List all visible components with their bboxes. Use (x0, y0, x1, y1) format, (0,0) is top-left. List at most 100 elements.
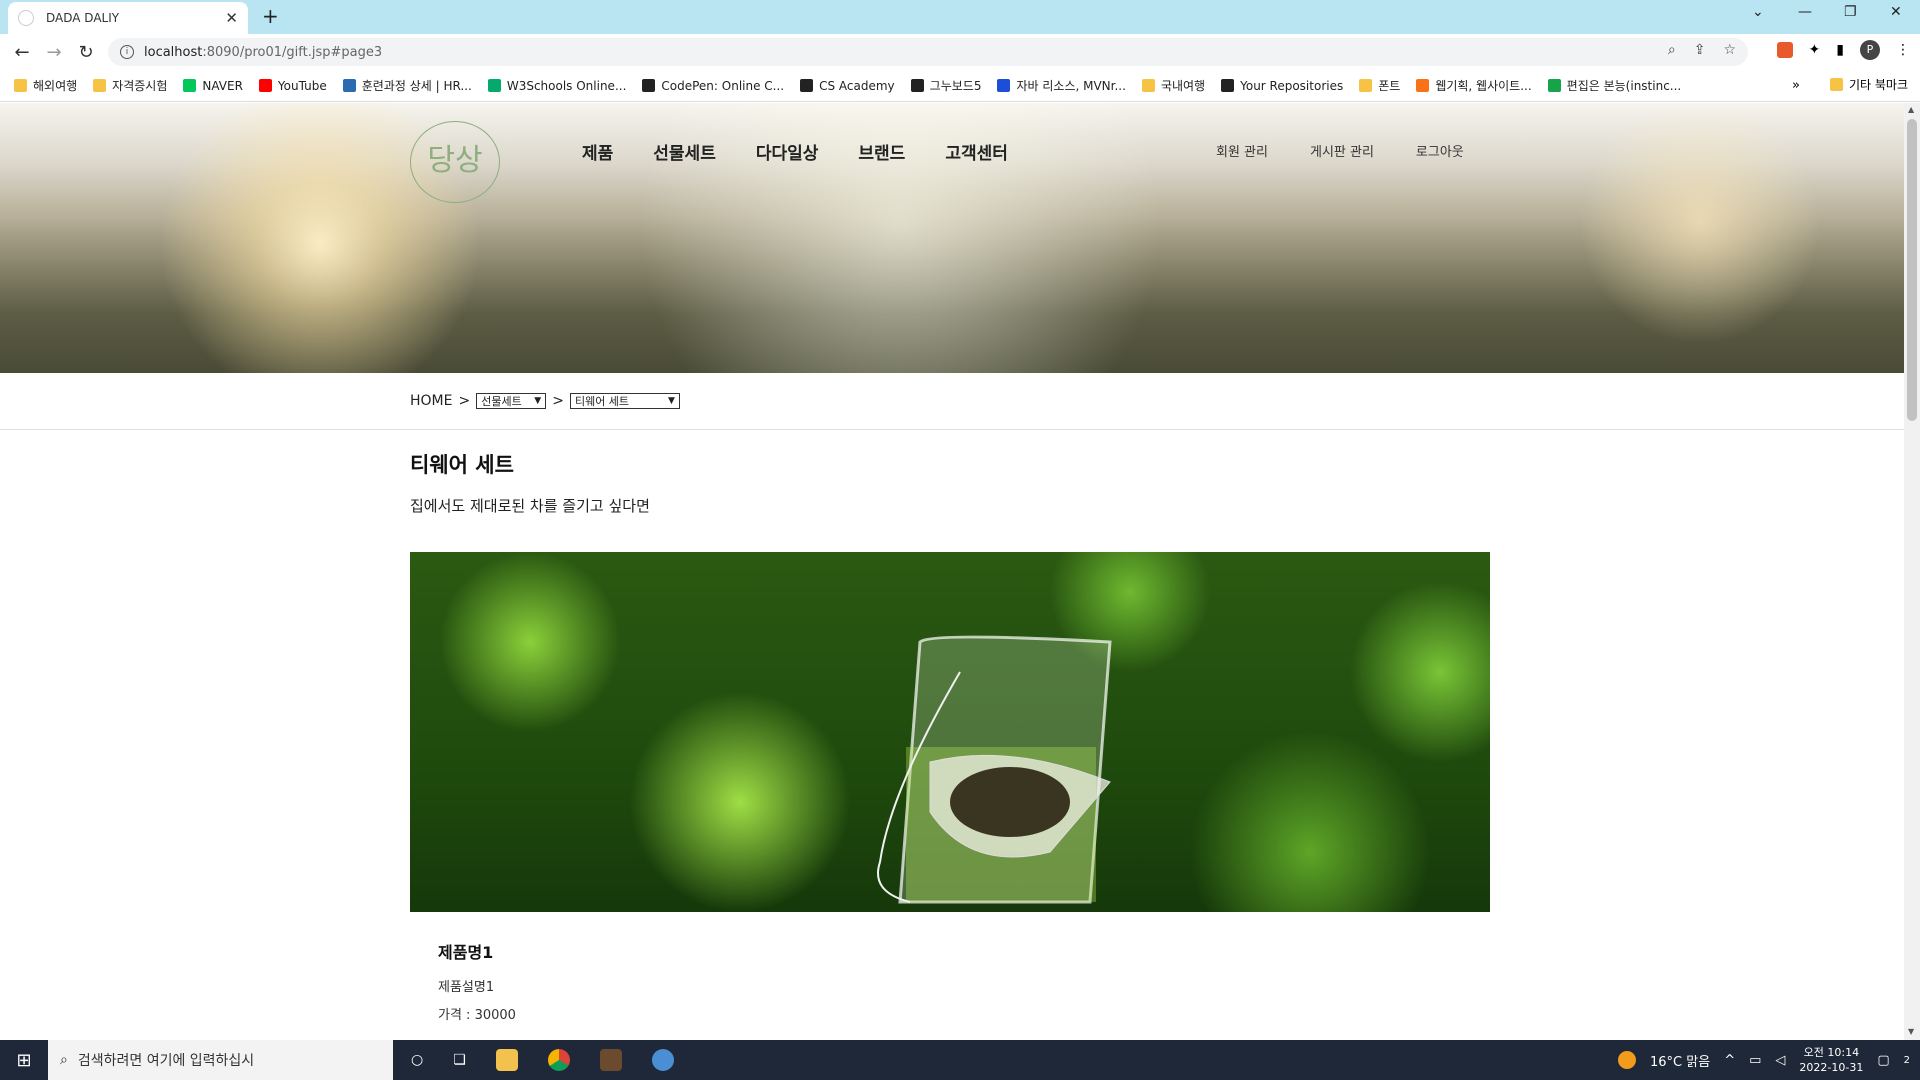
bookmark-item[interactable]: 훈련과정 상세 | HR... (342, 77, 472, 94)
bookmarks-bar: 해외여행 자격증시험 NAVER YouTube 훈련과정 상세 | HR... W3Sc… (0, 70, 1920, 102)
breadcrumb-separator: > (552, 393, 564, 409)
main-nav: 제품 선물세트 다다일상 브랜드 고객센터 (582, 139, 1048, 164)
bookmark-item[interactable]: W3Schools Online... (487, 78, 627, 93)
restore-icon[interactable]: ❐ (1844, 4, 1857, 20)
logout-link[interactable]: 로그아웃 (1416, 141, 1464, 160)
weather-text[interactable]: 16°C 맑음 (1650, 1051, 1710, 1070)
nav-item-gift-sets[interactable]: 선물세트 (653, 139, 716, 164)
reload-icon[interactable]: ↻ (70, 42, 102, 63)
pinned-apps: ○ ❏ (411, 1049, 674, 1071)
chevron-down-icon: ▼ (668, 396, 675, 406)
close-tab-icon[interactable]: ✕ (225, 9, 238, 27)
windows-start-icon[interactable]: ⊞ (0, 1050, 48, 1071)
file-explorer-icon[interactable] (495, 1049, 518, 1071)
notifications-icon[interactable]: ▢ (1877, 1053, 1889, 1068)
url-host: localhost (144, 44, 203, 60)
bookmark-item[interactable]: 웹기획, 웹사이트... (1416, 77, 1532, 94)
bookmark-icon (1416, 79, 1430, 92)
member-admin-link[interactable]: 회원 관리 (1216, 141, 1268, 160)
eclipse-icon[interactable] (651, 1049, 674, 1071)
side-panel-icon[interactable]: ▮ (1836, 42, 1844, 58)
page-viewport: 당상 제품 선물세트 다다일상 브랜드 고객센터 회원 관리 게시판 관리 로그… (0, 103, 1904, 1040)
bookmarks-more-icon[interactable]: » (1792, 78, 1800, 93)
chrome-icon[interactable] (547, 1049, 570, 1071)
favicon-icon (18, 10, 34, 26)
bookmark-item[interactable]: 편집은 본능(instinc... (1547, 77, 1681, 94)
network-icon[interactable]: ▭ (1749, 1053, 1761, 1068)
board-admin-link[interactable]: 게시판 관리 (1310, 141, 1374, 160)
taskbar: ⊞ ⌕ 검색하려면 여기에 입력하십시 ○ ❏ 16°C 맑음 ^ ▭ ◁ 오전… (0, 1040, 1920, 1080)
bookmark-item[interactable]: 그누보드5 (910, 77, 982, 94)
address-bar[interactable]: i localhost :8090/pro01/gift.jsp#page3 ⌕… (108, 38, 1748, 66)
avatar[interactable]: P (1860, 40, 1880, 60)
bookmark-icon (487, 79, 501, 92)
tab-search-icon[interactable]: ⌄ (1752, 4, 1764, 20)
browser-tab[interactable]: DADA DALIY ✕ (8, 2, 248, 34)
bookmark-icon (93, 79, 107, 92)
scrollbar-thumb[interactable] (1907, 119, 1917, 421)
app-icon[interactable] (599, 1049, 622, 1071)
nav-item-brand[interactable]: 브랜드 (858, 139, 905, 164)
bookmark-icon (1359, 79, 1373, 92)
chevron-down-icon: ▼ (534, 396, 542, 406)
new-tab-icon[interactable]: + (262, 4, 279, 28)
bookmark-icon (1221, 79, 1235, 92)
bookmark-label: NAVER (202, 78, 243, 93)
bookmark-item[interactable]: 자바 리소스, MVNr... (997, 77, 1126, 94)
taskbar-search[interactable]: ⌕ 검색하려면 여기에 입력하십시 (48, 1040, 393, 1080)
clock[interactable]: 오전 10:14 2022-10-31 (1799, 1045, 1863, 1075)
extension-icon[interactable] (1776, 42, 1793, 58)
bookmark-label: 그누보드5 (929, 79, 982, 93)
scroll-down-icon[interactable]: ▼ (1908, 1027, 1914, 1036)
bookmark-item[interactable]: 해외여행 (14, 77, 77, 94)
product-description: 제품설명1 (438, 980, 495, 995)
scroll-up-icon[interactable]: ▲ (1908, 105, 1914, 114)
site-info-icon[interactable]: i (120, 45, 134, 59)
tray-chevron-icon[interactable]: ^ (1724, 1053, 1735, 1068)
bookmark-label: W3Schools Online... (506, 78, 627, 93)
bookmark-item[interactable]: YouTube (258, 78, 327, 93)
zoom-icon[interactable]: ⌕ (1668, 42, 1676, 58)
bookmark-item[interactable]: Your Repositories (1221, 79, 1343, 93)
bookmark-item[interactable]: 자격증시험 (93, 77, 167, 94)
bookmark-label: 자격증시험 (112, 79, 168, 93)
forward-icon[interactable]: → (38, 42, 70, 63)
bookmark-label: 훈련과정 상세 | HR... (361, 79, 472, 93)
bookmark-item[interactable]: CS Academy (800, 79, 895, 93)
bookmark-icon (258, 79, 272, 92)
bookmark-item[interactable]: 국내여행 (1141, 77, 1205, 94)
share-icon[interactable]: ⇪ (1694, 42, 1706, 58)
tab-strip: DADA DALIY ✕ + ⌄ — ❐ ✕ (0, 0, 1920, 34)
minimize-icon[interactable]: — (1798, 4, 1812, 20)
volume-icon[interactable]: ◁ (1775, 1053, 1785, 1068)
breadcrumb-separator: > (458, 393, 471, 409)
other-bookmarks-label: 기타 북마크 (1848, 78, 1908, 92)
cortana-icon[interactable]: ○ (411, 1052, 423, 1068)
bookmark-icon (910, 79, 924, 92)
toolbar: ← → ↻ i localhost :8090/pro01/gift.jsp#p… (0, 34, 1920, 70)
bookmark-label: YouTube (277, 78, 327, 93)
bookmark-item[interactable]: 폰트 (1359, 77, 1400, 94)
breadcrumb-home[interactable]: HOME (410, 393, 452, 409)
task-view-icon[interactable]: ❏ (453, 1052, 466, 1068)
bookmark-item[interactable]: CodePen: Online C... (642, 79, 784, 93)
scrollbar[interactable]: ▲ ▼ (1904, 103, 1920, 1040)
product-price: 가격 : 30000 (438, 1008, 516, 1023)
puzzle-icon[interactable]: ✦ (1809, 42, 1821, 58)
bookmark-item[interactable]: NAVER (183, 79, 243, 93)
bookmark-icon (642, 79, 656, 92)
back-icon[interactable]: ← (6, 42, 38, 63)
bookmark-star-icon[interactable]: ☆ (1723, 42, 1736, 58)
bookmark-icon (1547, 79, 1561, 92)
subcategory-select[interactable]: 티웨어 세트 ▼ (569, 393, 680, 409)
nav-item-products[interactable]: 제품 (582, 139, 613, 164)
menu-icon[interactable]: ⋮ (1896, 42, 1910, 58)
site-logo[interactable]: 당상 (410, 121, 500, 203)
close-window-icon[interactable]: ✕ (1890, 4, 1902, 20)
clock-time: 오전 10:14 (1803, 1046, 1860, 1059)
tab-title: DADA DALIY (46, 11, 120, 25)
nav-item-customer-center[interactable]: 고객센터 (945, 139, 1008, 164)
nav-item-dada-daily[interactable]: 다다일상 (756, 139, 819, 164)
other-bookmarks[interactable]: 기타 북마크 (1829, 76, 1908, 93)
category-select[interactable]: 선물세트 ▼ (476, 393, 547, 409)
